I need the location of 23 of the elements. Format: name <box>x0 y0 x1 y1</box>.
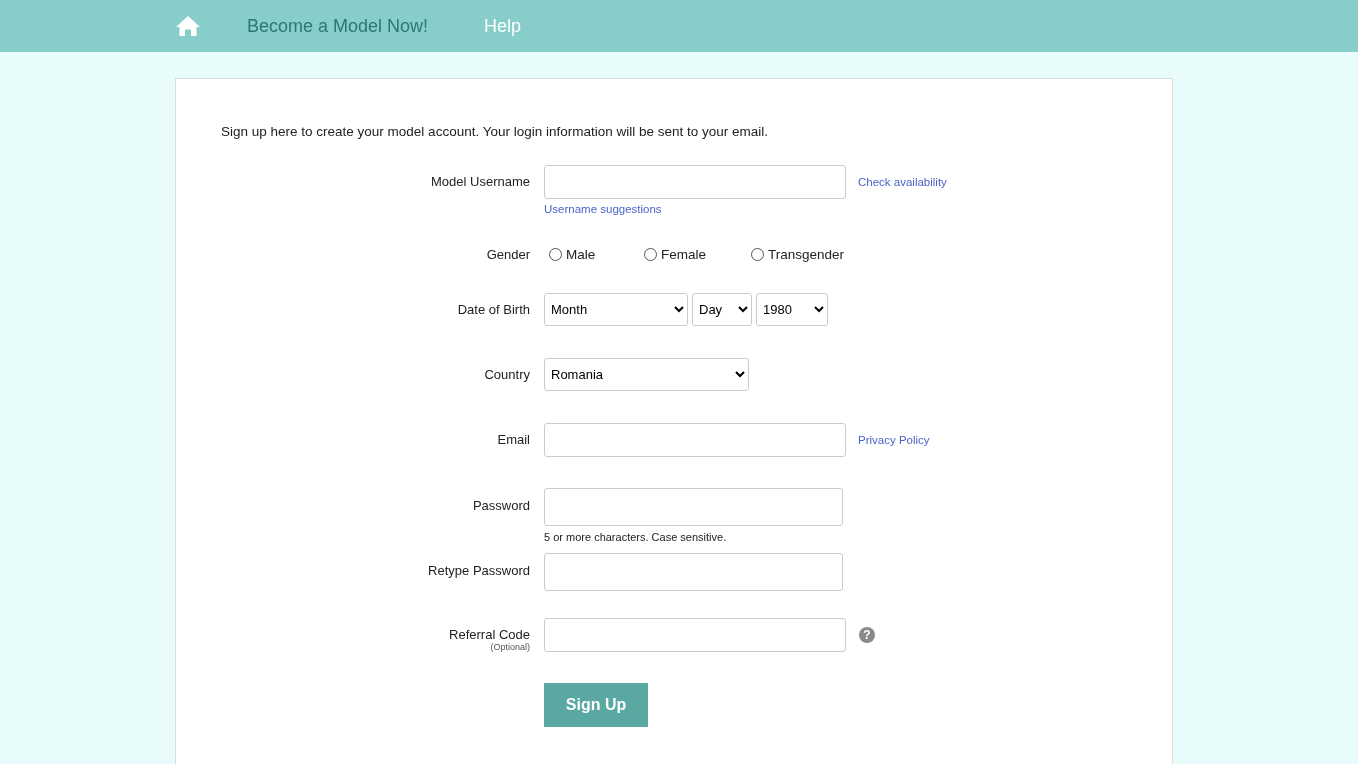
side-link[interactable]: Check availability <box>858 176 947 188</box>
field-label: Retype Password <box>428 563 530 578</box>
suggestions-link[interactable]: Username suggestions <box>544 203 947 215</box>
radio-label: Male <box>566 247 596 262</box>
password-hint: 5 or more characters. Case sensitive. <box>544 531 728 543</box>
optional-note: (Optional) <box>490 642 530 652</box>
field-label: Country <box>484 367 530 382</box>
side-link[interactable]: Privacy Policy <box>858 434 930 446</box>
field-label: Password <box>472 498 530 513</box>
nav-link[interactable]: Become a Model Now! <box>247 15 429 37</box>
dropdown[interactable]: Romania <box>544 358 749 391</box>
radio-label: Transgender <box>768 247 845 262</box>
dropdown[interactable]: 1980 <box>756 293 828 326</box>
radio-label: Female <box>661 247 706 262</box>
field-label: Email <box>497 432 530 447</box>
field-label: Date of Birth <box>457 302 530 317</box>
help-icon[interactable]: ? <box>859 627 875 643</box>
dropdown[interactable]: Month <box>544 293 688 326</box>
dropdown[interactable]: Day <box>692 293 752 326</box>
intro-text: Sign up here to create your model account. Your login information will be sent to your email. <box>221 124 770 139</box>
field-label: Gender <box>486 247 530 262</box>
field-label: Referral Code <box>449 627 530 642</box>
field-label: Model Username <box>431 174 530 189</box>
